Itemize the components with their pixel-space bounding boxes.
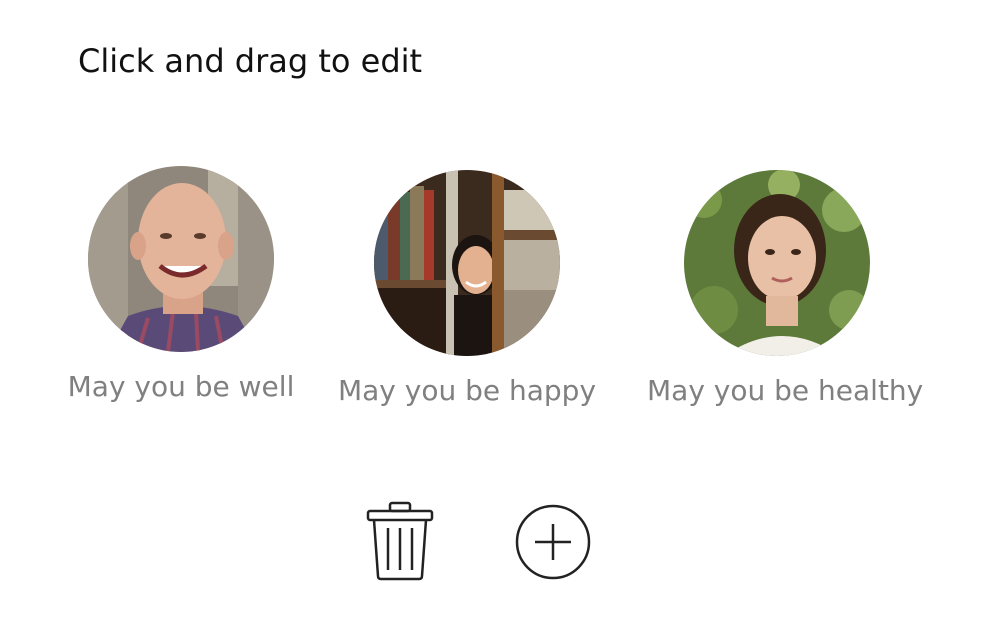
card-well: May you be well — [51, 166, 311, 403]
card-happy: May you be happy — [337, 170, 597, 407]
add-button[interactable] — [513, 502, 593, 586]
caption-healthy: May you be healthy — [647, 374, 924, 407]
trash-icon — [366, 501, 434, 581]
avatar-woman-bookshelf[interactable] — [374, 170, 560, 356]
avatar-woman-ivy[interactable] — [684, 170, 870, 356]
caption-happy: May you be happy — [337, 374, 597, 407]
caption-well: May you be well — [67, 370, 295, 403]
avatar-bald-man[interactable] — [88, 166, 274, 352]
instruction-text: Click and drag to edit — [78, 42, 423, 80]
plus-circle-icon — [515, 504, 591, 580]
card-healthy: May you be healthy — [647, 170, 924, 407]
delete-button[interactable] — [364, 500, 436, 586]
